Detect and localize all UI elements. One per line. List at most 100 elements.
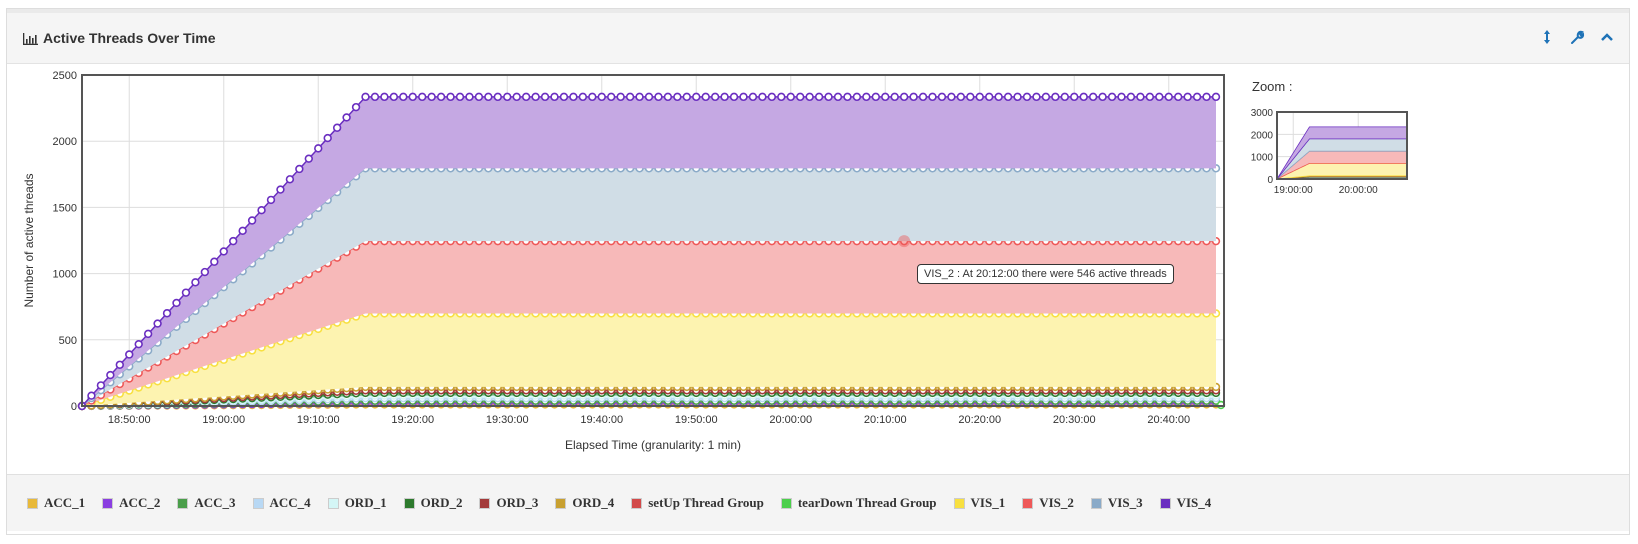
bar-chart-icon (23, 33, 38, 45)
data-point (1211, 92, 1221, 102)
data-point (493, 92, 502, 102)
data-point (1079, 92, 1088, 102)
x-tick-label: 20:30:00 (1053, 414, 1096, 426)
data-point (115, 360, 125, 369)
legend-item-teardown-thread-group[interactable]: tearDown Thread Group (780, 495, 937, 511)
legend-item-vis_3[interactable]: VIS_3 (1090, 495, 1143, 511)
y-tick-label: 2500 (53, 70, 77, 82)
legend-item-vis_2[interactable]: VIS_2 (1022, 495, 1074, 511)
data-point (257, 206, 266, 215)
data-point (1155, 92, 1164, 102)
data-point (748, 92, 758, 102)
data-point (578, 92, 588, 102)
legend-item-acc_2[interactable]: ACC_2 (102, 495, 160, 511)
data-point (956, 92, 966, 102)
legend-item-ord_4[interactable]: ORD_4 (555, 495, 614, 511)
data-point (947, 92, 956, 102)
data-point (673, 92, 682, 102)
data-point (1022, 92, 1032, 102)
resize-vertical-icon[interactable] (1539, 28, 1555, 46)
active-threads-chart[interactable]: 0 500 1000 1500 2000 2500 18:50:00 19:00:00 19:1… (7, 64, 1631, 469)
legend-label: VIS_1 (970, 495, 1006, 510)
y-tick-label: 500 (59, 335, 77, 347)
data-point (1136, 92, 1145, 102)
zoom-mini-chart: 0 1000 2000 3000 19:00:00 20:00:00 (1251, 108, 1408, 196)
panel-title: Active Threads Over Time (43, 30, 216, 46)
data-point (1202, 92, 1211, 102)
data-point (191, 278, 200, 287)
data-point (332, 123, 342, 132)
data-point (521, 92, 531, 102)
legend-label: ORD_2 (420, 495, 463, 510)
x-tick-label: 20:40:00 (1147, 414, 1190, 426)
wrench-icon[interactable] (1569, 28, 1585, 46)
y-tick-label: 2000 (53, 136, 77, 148)
legend-label: setUp Thread Group (648, 495, 764, 510)
legend-item-acc_4[interactable]: ACC_4 (252, 495, 311, 511)
collapse-chevron-up-icon[interactable] (1599, 28, 1615, 46)
data-point (87, 391, 96, 400)
data-point (616, 92, 625, 102)
data-point (881, 92, 890, 102)
legend-item-setup-thread-group[interactable]: setUp Thread Group (631, 495, 764, 511)
x-tick-label: 18:50:00 (108, 414, 151, 426)
data-point (720, 92, 729, 102)
data-point (1051, 92, 1060, 102)
data-point (266, 195, 276, 205)
data-point (446, 92, 455, 102)
data-point (474, 92, 484, 102)
highlighted-point (898, 235, 911, 248)
legend-item-acc_1[interactable]: ACC_1 (27, 495, 85, 511)
zoom-y-tick-label: 3000 (1251, 108, 1274, 119)
data-point (229, 236, 238, 246)
data-point (436, 92, 446, 102)
legend-item-ord_1[interactable]: ORD_1 (327, 495, 387, 511)
legend-item-ord_2[interactable]: ORD_2 (403, 495, 463, 511)
x-tick-label: 20:20:00 (958, 414, 1001, 426)
data-point (1032, 92, 1041, 102)
data-point (729, 92, 739, 102)
legend-item-acc_3[interactable]: ACC_3 (177, 495, 236, 511)
data-point (767, 92, 777, 102)
legend-item-vis_1[interactable]: VIS_1 (953, 495, 1006, 511)
legend-label: ORD_1 (344, 495, 387, 510)
data-point (1173, 92, 1183, 102)
data-point (588, 92, 597, 102)
data-point (285, 175, 295, 184)
data-point (739, 92, 748, 102)
data-point (125, 350, 134, 359)
data-point (1145, 92, 1155, 102)
data-point (710, 92, 720, 102)
x-tick-label: 20:00:00 (769, 414, 812, 426)
data-point (1117, 92, 1126, 102)
data-point (758, 92, 767, 102)
data-point (143, 329, 153, 339)
data-point (1041, 92, 1051, 102)
data-point (304, 154, 313, 163)
data-point (786, 92, 795, 102)
x-tick-label: 19:30:00 (486, 414, 529, 426)
data-point (975, 92, 984, 102)
legend-item-ord_3[interactable]: ORD_3 (479, 495, 538, 511)
data-point (238, 226, 247, 236)
data-point (1060, 92, 1070, 102)
legend-swatch (1090, 497, 1102, 509)
data-point (484, 92, 493, 102)
data-point (389, 92, 399, 102)
legend-item-vis_4[interactable]: VIS_4 (1159, 495, 1211, 511)
data-point (540, 92, 550, 102)
data-point (370, 92, 380, 102)
legend-label: ACC_3 (194, 495, 236, 510)
zoom-y-tick-label: 2000 (1251, 130, 1274, 141)
zoom-x-tick-label: 20:00:00 (1339, 185, 1378, 196)
data-point (606, 92, 616, 102)
data-point (210, 257, 219, 266)
data-point (937, 92, 947, 102)
y-axis-label: Number of active threads (22, 173, 36, 307)
data-point (871, 92, 880, 102)
legend-label: VIS_3 (1107, 495, 1143, 510)
data-point (1003, 92, 1013, 102)
legend-swatch (555, 497, 567, 509)
data-point (984, 92, 994, 102)
data-point (805, 92, 814, 102)
